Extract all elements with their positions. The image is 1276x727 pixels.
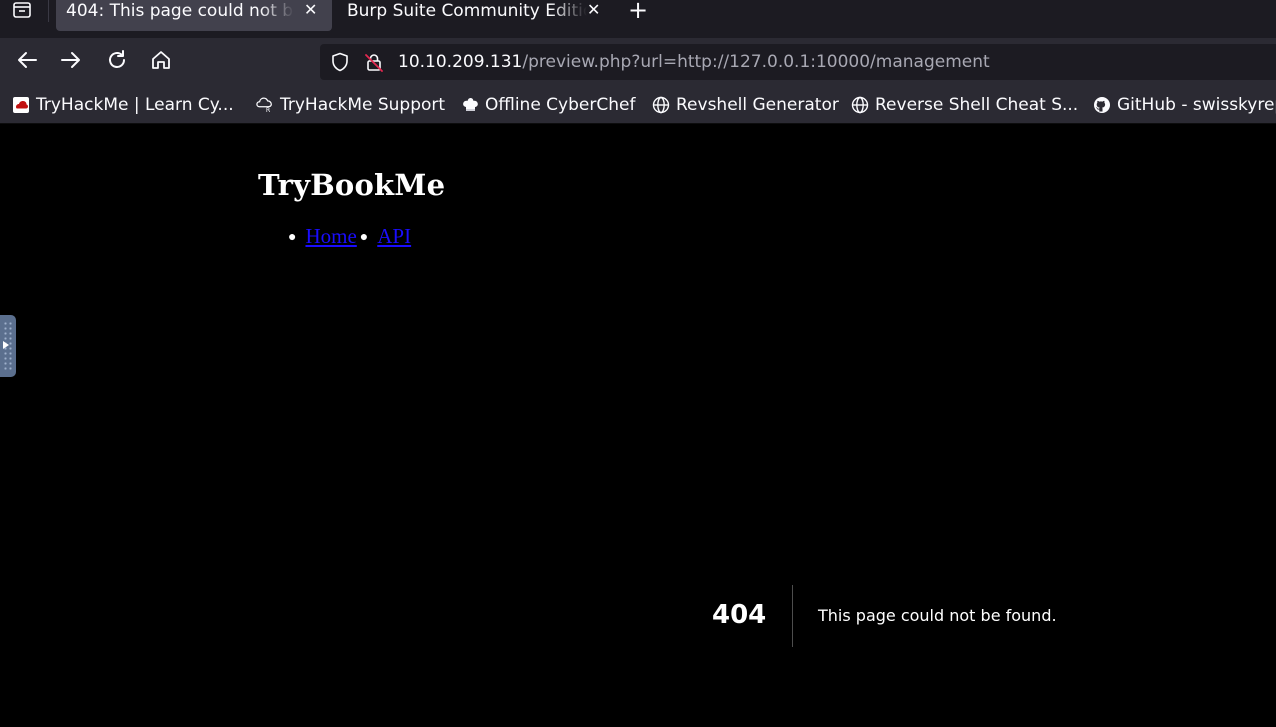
bookmark-reverse-shell-cheat-sheet[interactable]: Reverse Shell Cheat S...: [851, 94, 1078, 116]
reload-icon: [106, 49, 128, 75]
globe-icon: [851, 96, 869, 114]
error-divider: [792, 585, 793, 647]
bookmarks-toolbar: TryHackMe | Learn Cy... R TryHackMe Supp…: [0, 86, 1276, 124]
site-nav-list: ● Home ● API: [288, 224, 411, 252]
insecure-lock-icon[interactable]: [364, 52, 384, 72]
bookmark-github-swisskyrepo[interactable]: GitHub - swisskyrepo: [1093, 94, 1276, 116]
navigation-toolbar: 10.10.209.131/preview.php?url=http://127…: [0, 38, 1276, 86]
tab-burp-suite[interactable]: Burp Suite Community Edition ✕: [337, 0, 607, 31]
bookmark-label: Revshell Generator: [676, 95, 839, 115]
bookmark-offline-cyberchef[interactable]: Offline CyberChef: [461, 94, 635, 116]
plus-icon: +: [628, 0, 649, 24]
address-bar[interactable]: 10.10.209.131/preview.php?url=http://127…: [320, 44, 1276, 80]
arrow-right-icon: [60, 51, 82, 73]
nav-link-api[interactable]: API: [377, 224, 411, 248]
bookmark-label: Reverse Shell Cheat S...: [875, 95, 1079, 115]
site-title: TryBookMe: [258, 168, 446, 202]
home-icon: [150, 49, 172, 75]
close-icon[interactable]: ✕: [304, 0, 317, 20]
url-path: /preview.php?url=http://127.0.0.1:10000/…: [522, 52, 990, 72]
tab-list-icon: [12, 1, 32, 23]
page-content: TryBookMe ● Home ● API 404 This page could …: [0, 124, 1276, 727]
bookmark-label: TryHackMe Support: [280, 95, 446, 115]
bookmark-label: Offline CyberChef: [485, 95, 636, 115]
globe-icon: [652, 96, 670, 114]
cloud-icon: R: [256, 96, 274, 114]
nav-link-home[interactable]: Home: [305, 224, 356, 248]
tab-strip: 404: This page could not be found ✕ Burp…: [0, 0, 1276, 38]
list-bullet: ●: [359, 230, 369, 245]
back-button[interactable]: [12, 48, 42, 76]
tryhackme-icon: [12, 96, 30, 114]
bookmark-revshell-generator[interactable]: Revshell Generator: [652, 94, 839, 116]
bookmark-label: TryHackMe | Learn Cy...: [36, 95, 234, 115]
forward-button[interactable]: [56, 48, 86, 76]
list-all-tabs-button[interactable]: [8, 0, 36, 24]
arrow-left-icon: [16, 51, 38, 73]
new-tab-button[interactable]: +: [628, 0, 648, 22]
bookmark-tryhackme-support[interactable]: R TryHackMe Support: [256, 94, 445, 116]
tab-separator: [48, 0, 49, 22]
bookmark-tryhackme[interactable]: TryHackMe | Learn Cy...: [12, 94, 234, 116]
url-host: 10.10.209.131: [398, 52, 523, 72]
reload-button[interactable]: [102, 48, 132, 76]
expand-arrow-icon: [3, 341, 9, 349]
list-bullet: ●: [288, 230, 297, 245]
bookmark-label: GitHub - swisskyrepo: [1117, 95, 1276, 115]
tab-title: Burp Suite Community Edition: [347, 1, 587, 21]
close-icon[interactable]: ✕: [587, 0, 600, 20]
sidebar-drag-handle[interactable]: [0, 315, 16, 377]
svg-text:R: R: [266, 107, 271, 114]
home-button[interactable]: [146, 48, 176, 76]
url-text[interactable]: 10.10.209.131/preview.php?url=http://127…: [398, 51, 990, 73]
error-message: This page could not be found.: [818, 606, 1057, 625]
error-code: 404: [712, 600, 767, 630]
tab-404[interactable]: 404: This page could not be found ✕: [56, 0, 332, 31]
chef-hat-icon: [461, 96, 479, 114]
tab-title: 404: This page could not be found: [66, 1, 294, 21]
shield-icon[interactable]: [330, 52, 350, 72]
github-icon: [1093, 96, 1111, 114]
